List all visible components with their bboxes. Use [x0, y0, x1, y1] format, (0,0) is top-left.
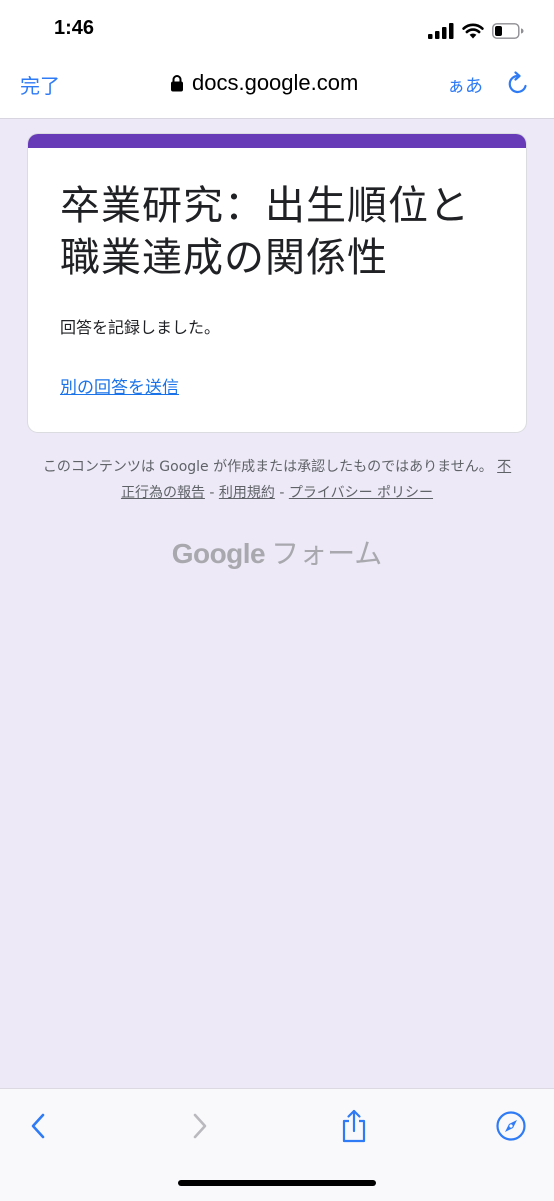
brand-forms-text: フォーム	[271, 537, 383, 570]
status-bar: 1:46	[0, 0, 554, 58]
status-icons	[428, 20, 524, 42]
disclaimer-text: このコンテンツは Google が作成または承認したものではありません。	[42, 459, 493, 475]
share-button[interactable]	[337, 1109, 371, 1143]
chevron-right-icon	[193, 1113, 207, 1139]
card-accent-bar	[28, 134, 526, 148]
disclaimer: このコンテンツは Google が作成または承認したものではありません。 不正行…	[40, 454, 514, 506]
wifi-icon	[462, 23, 484, 39]
text-size-button[interactable]: ぁあ	[447, 72, 483, 98]
link-separator: -	[204, 485, 219, 501]
share-icon	[342, 1109, 366, 1143]
brand-google-text: Google	[171, 538, 266, 569]
chevron-left-icon	[31, 1113, 45, 1139]
cellular-signal-icon	[428, 23, 454, 39]
submit-another-response-link[interactable]: 別の回答を送信	[60, 373, 179, 398]
open-in-safari-button[interactable]	[494, 1109, 528, 1143]
back-button[interactable]	[22, 1109, 56, 1143]
privacy-policy-link[interactable]: プライバシー ポリシー	[289, 485, 433, 501]
battery-icon	[492, 23, 524, 39]
reload-icon[interactable]	[505, 71, 531, 97]
link-separator: -	[274, 485, 289, 501]
google-forms-logo[interactable]: Google フォーム	[0, 532, 554, 572]
address-bar[interactable]: docs.google.com	[170, 70, 358, 96]
terms-link[interactable]: 利用規約	[219, 485, 275, 501]
forward-button[interactable]	[182, 1109, 216, 1143]
url-text: docs.google.com	[192, 70, 359, 95]
done-button[interactable]: 完了	[20, 70, 60, 99]
compass-icon	[496, 1111, 526, 1141]
confirmation-card: 卒業研究：出生順位と職業達成の関係性 回答を記録しました。 別の回答を送信	[28, 134, 526, 432]
status-time: 1:46	[54, 17, 95, 39]
browser-nav-bar: 完了 docs.google.com ぁあ	[0, 58, 554, 119]
form-title: 卒業研究：出生順位と職業達成の関係性	[60, 183, 470, 281]
home-indicator	[178, 1180, 376, 1186]
confirmation-message: 回答を記録しました。	[60, 318, 221, 337]
lock-icon	[171, 75, 183, 92]
